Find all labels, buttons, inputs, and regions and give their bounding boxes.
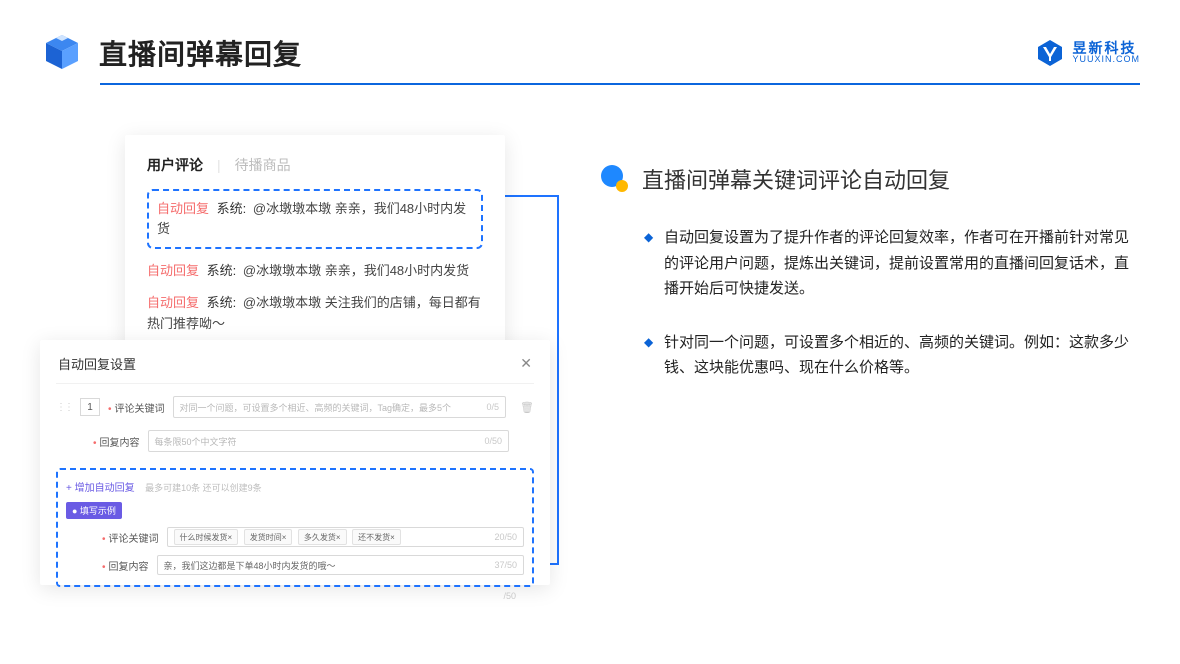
highlighted-comment: 自动回复 系统: @冰墩墩本墩 亲亲，我们48小时内发货 bbox=[147, 189, 483, 249]
ex-content-count: 37/50 bbox=[494, 560, 517, 570]
system-label: 系统: bbox=[217, 201, 247, 216]
auto-reply-tag: 自动回复 bbox=[157, 201, 209, 216]
header-divider bbox=[100, 83, 1140, 85]
add-info: 最多可建10条 还可以创建9条 bbox=[145, 483, 262, 493]
system-label: 系统: bbox=[207, 295, 237, 310]
right-title-text: 直播间弹幕关键词评论自动回复 bbox=[642, 163, 950, 195]
keyword-count: 0/5 bbox=[487, 402, 500, 412]
system-label: 系统: bbox=[207, 263, 237, 278]
settings-card: 自动回复设置 ✕ ⋮⋮ 1 评论关键词 对同一个问题，可设置多个相近、高频的关键… bbox=[40, 340, 550, 585]
settings-title: 自动回复设置 bbox=[58, 354, 136, 373]
example-box: + 增加自动回复 最多可建10条 还可以创建9条 ● 填写示例 评论关键词 什么… bbox=[56, 468, 534, 587]
comments-card: 用户评论 | 待播商品 自动回复 系统: @冰墩墩本墩 亲亲，我们48小时内发货… bbox=[125, 135, 505, 360]
rule-number: 1 bbox=[80, 398, 100, 416]
tab-user-comments[interactable]: 用户评论 bbox=[147, 155, 203, 175]
add-auto-reply-link[interactable]: + 增加自动回复 bbox=[66, 483, 135, 494]
keyword-input[interactable]: 对同一个问题，可设置多个相近、高频的关键词，Tag确定，最多5个 0/5 bbox=[173, 396, 507, 418]
bullet-item: 自动回复设置为了提升作者的评论回复效率，作者可在开播前针对常见的评论用户问题，提… bbox=[644, 225, 1140, 302]
screenshot-area: 用户评论 | 待播商品 自动回复 系统: @冰墩墩本墩 亲亲，我们48小时内发货… bbox=[40, 135, 560, 605]
cube-icon bbox=[40, 31, 84, 75]
drag-handle-icon[interactable]: ⋮⋮ bbox=[56, 402, 72, 413]
keyword-label: 评论关键词 bbox=[108, 400, 165, 415]
ex-keyword-input[interactable]: 什么时候发货× 发货时间× 多久发货× 还不发货× 20/50 bbox=[167, 527, 524, 547]
example-badge: ● 填写示例 bbox=[66, 502, 122, 519]
auto-reply-tag: 自动回复 bbox=[147, 295, 199, 310]
ex-tag[interactable]: 发货时间× bbox=[244, 529, 293, 545]
ex-content-text: 亲，我们这边都是下单48小时内发货的哦～ bbox=[164, 559, 336, 572]
trailing-count: /50 bbox=[56, 591, 534, 601]
ex-keyword-label: 评论关键词 bbox=[102, 530, 159, 545]
content-count: 0/50 bbox=[484, 436, 502, 446]
tab-pending-goods[interactable]: 待播商品 bbox=[235, 155, 291, 175]
brand-name-en: YUUXIN.COM bbox=[1072, 55, 1140, 64]
ex-tag[interactable]: 还不发货× bbox=[352, 529, 401, 545]
tab-separator: | bbox=[217, 157, 221, 173]
trash-icon[interactable]: 🗑 bbox=[520, 401, 534, 414]
content-label: 回复内容 bbox=[93, 434, 140, 449]
brand-logo: 昱新科技 YUUXIN.COM bbox=[1036, 39, 1140, 67]
comment-text: @冰墩墩本墩 亲亲，我们48小时内发货 bbox=[243, 263, 469, 278]
close-icon[interactable]: ✕ bbox=[520, 355, 532, 372]
ex-tag[interactable]: 多久发货× bbox=[298, 529, 347, 545]
auto-reply-tag: 自动回复 bbox=[147, 263, 199, 278]
ex-keyword-count: 20/50 bbox=[494, 532, 517, 542]
ex-tag[interactable]: 什么时候发货× bbox=[174, 529, 239, 545]
keyword-placeholder: 对同一个问题，可设置多个相近、高频的关键词，Tag确定，最多5个 bbox=[180, 401, 452, 414]
page-title: 直播间弹幕回复 bbox=[99, 33, 302, 73]
bullet-item: 针对同一个问题，可设置多个相近的、高频的关键词。例如：这款多少钱、这块能优惠吗、… bbox=[644, 330, 1140, 381]
chat-bubble-icon bbox=[600, 164, 630, 194]
ex-content-input[interactable]: 亲，我们这边都是下单48小时内发货的哦～ 37/50 bbox=[157, 555, 524, 575]
ex-content-label: 回复内容 bbox=[102, 558, 149, 573]
content-input[interactable]: 每条限50个中文字符 0/50 bbox=[148, 430, 509, 452]
brand-name-cn: 昱新科技 bbox=[1072, 41, 1140, 55]
content-placeholder: 每条限50个中文字符 bbox=[155, 435, 237, 448]
